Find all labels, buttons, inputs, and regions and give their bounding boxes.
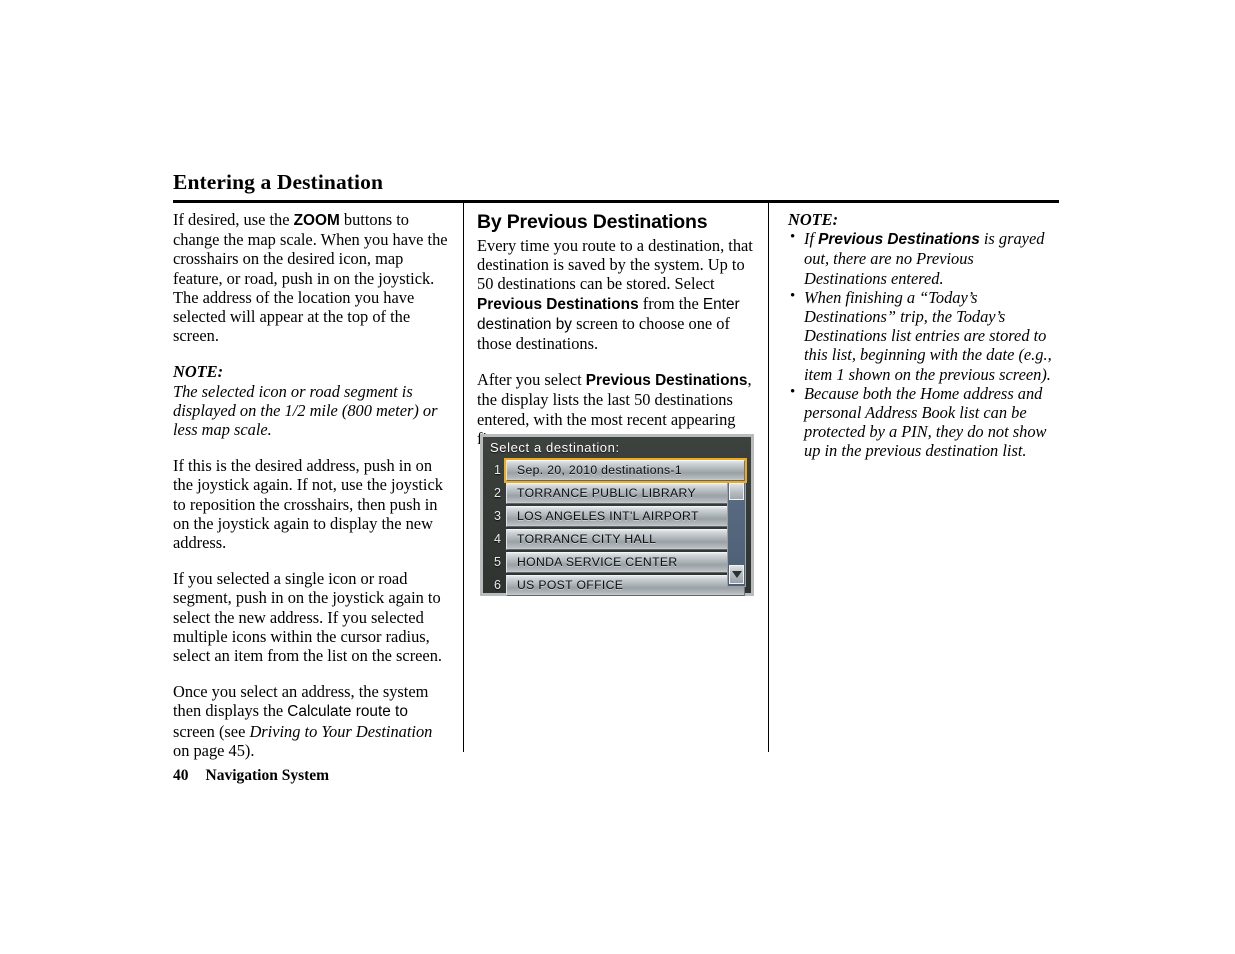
calculate-route-term: Calculate route to [287,703,408,721]
list-item-number: 1 [494,463,501,478]
destination-list-item[interactable]: 4 TORRANCE CITY HALL [489,528,745,551]
left-p1-part-a: If desired, use the [173,210,294,229]
left-p4-cross-reference: Driving to Your Destination [249,721,433,741]
left-paragraph-1: If desired, use the ZOOM buttons to chan… [173,210,450,345]
page-footer: 40 Navigation System [173,767,329,785]
left-note-label: NOTE: [173,362,224,382]
previous-destinations-term: Previous Destinations [477,295,639,313]
header-rule [173,200,1059,203]
note-bullet-item: If Previous Destinations is grayed out, … [788,228,1060,288]
list-item-label: HONDA SERVICE CENTER [517,555,678,570]
list-item-button[interactable]: Sep. 20, 2010 destinations-1 [504,457,747,483]
manual-page: Entering a Destination If desired, use t… [0,0,1235,954]
zoom-button-term: ZOOM [293,212,340,229]
list-item-number: 4 [494,532,501,547]
right-column: NOTE: If Previous Destinations is grayed… [788,210,1060,461]
section-heading-by-previous-destinations: By Previous Destinations [477,211,708,233]
column-divider-right [768,203,769,752]
list-item-number: 6 [494,578,501,593]
left-note-text: The selected icon or road segment is dis… [173,381,438,440]
note-bullet-text-a: When finishing a “Today’s Destinations” … [804,287,1052,384]
list-item-label: TORRANCE CITY HALL [517,532,657,547]
destination-list: 1 Sep. 20, 2010 destinations-1 2 TORRANCE P… [489,457,747,597]
list-item-label: Sep. 20, 2010 destinations-1 [517,463,682,478]
left-column: If desired, use the ZOOM buttons to chan… [173,210,450,760]
list-item-number: 3 [494,509,501,524]
middle-p1-part-a: Every time you route to a destination, t… [477,236,753,294]
list-item-number: 2 [494,486,501,501]
list-item-label: US POST OFFICE [517,578,624,593]
note-bullet-item: Because both the Home address and person… [788,383,1060,461]
list-item-label: TORRANCE PUBLIC LIBRARY [517,486,696,501]
previous-destinations-term-2: Previous Destinations [585,372,748,390]
page-title: Entering a Destination [173,170,384,194]
left-paragraph-2: If this is the desired address, push in … [173,456,443,553]
note-bullet-list: If Previous Destinations is grayed out, … [788,228,1060,461]
scroll-down-arrow-icon[interactable] [729,565,744,584]
nav-screen-title: Select a destination: [490,440,620,455]
column-divider-left [463,203,464,752]
middle-column: By Previous Destinations Every time you … [477,210,754,596]
middle-p2-part-a: After you select [477,370,586,390]
footer-document-title: Navigation System [205,767,330,784]
destination-list-item[interactable]: 5 HONDA SERVICE CENTER [489,551,745,574]
list-item-number: 5 [494,555,501,570]
middle-p1-part-b: from the [638,293,703,313]
triangle-down-glyph [731,571,742,578]
footer-page-number: 40 [173,767,189,784]
scrollbar-thumb[interactable] [729,483,744,500]
list-item-button[interactable]: US POST OFFICE [506,574,745,596]
list-item-button[interactable]: TORRANCE CITY HALL [506,528,745,550]
left-paragraph-4: Once you select an address, the system t… [173,682,450,760]
left-p4-part-b: screen (see [173,721,250,741]
destination-list-item[interactable]: 2 TORRANCE PUBLIC LIBRARY [489,482,745,505]
list-item-button[interactable]: HONDA SERVICE CENTER [506,551,745,573]
middle-paragraph-1: Every time you route to a destination, t… [477,236,754,353]
destination-list-item[interactable]: 1 Sep. 20, 2010 destinations-1 [489,457,747,483]
left-p4-part-c: on page 45). [173,740,255,760]
navigation-screen-illustration: Select a destination: 1 Sep. 20, 2010 des… [480,434,754,596]
note-bullet-text-a: Because both the Home address and person… [804,383,1047,461]
list-item-button[interactable]: TORRANCE PUBLIC LIBRARY [506,482,745,504]
note-bullet-item: When finishing a “Today’s Destinations” … [788,287,1060,384]
right-note-label: NOTE: [788,210,839,229]
list-item-label: LOS ANGELES INT'L AIRPORT [517,509,699,524]
left-p1-part-b: buttons to change the map scale. When yo… [173,210,448,346]
previous-destinations-term: Previous Destinations [818,231,980,249]
list-item-button[interactable]: LOS ANGELES INT'L AIRPORT [506,505,745,527]
left-paragraph-3: If you selected a single icon or road se… [173,569,442,666]
note-bullet-text-a: If [804,229,819,249]
destination-list-item[interactable]: 3 LOS ANGELES INT'L AIRPORT [489,505,745,528]
destination-list-item[interactable]: 6 US POST OFFICE [489,574,745,597]
